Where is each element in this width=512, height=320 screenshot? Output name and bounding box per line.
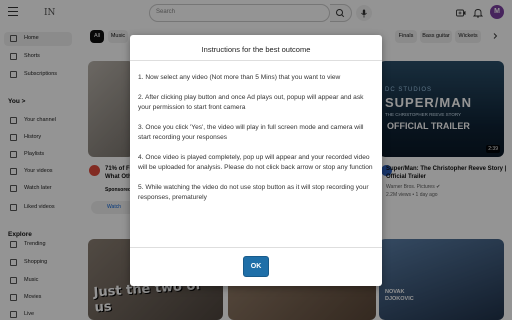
dialog-body: 1. Now select any video (Not more than 5… [138, 73, 378, 213]
instruction-step: 3. Once you click 'Yes', the video will … [138, 123, 364, 142]
dialog-title: Instructions for the best outcome [201, 45, 311, 54]
instruction-step: 5. While watching the video do not use s… [138, 183, 369, 202]
dialog-divider [130, 247, 382, 248]
instruction-step: 4. Once video is played completely, pop … [138, 153, 373, 172]
ok-button[interactable]: OK [243, 256, 269, 277]
instruction-step: 1. Now select any video (Not more than 5… [138, 74, 341, 81]
instructions-dialog: Instructions for the best outcome 1. Now… [130, 35, 382, 286]
instruction-step: 2. After clicking play button and once A… [138, 93, 364, 112]
dialog-divider [130, 60, 382, 61]
